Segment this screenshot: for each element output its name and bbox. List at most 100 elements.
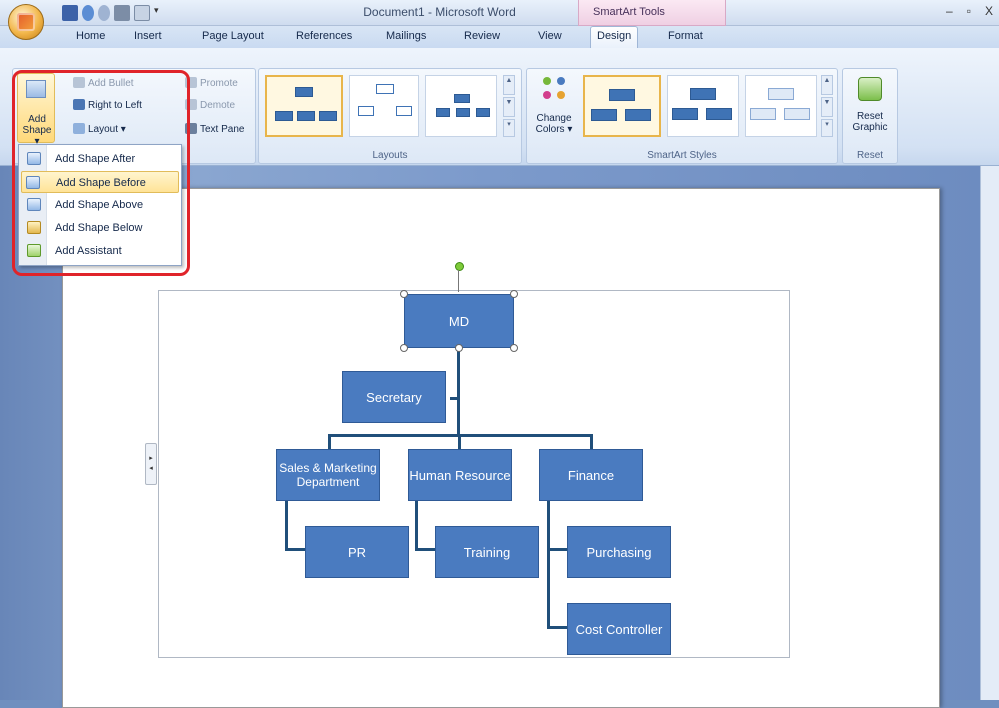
office-button[interactable]	[8, 4, 44, 40]
layout-node	[376, 84, 394, 94]
layout-node	[297, 111, 315, 121]
style-thumb-3[interactable]	[745, 75, 817, 137]
menu-item-add-shape-after[interactable]: Add Shape After	[21, 148, 179, 170]
close-button[interactable]: X	[985, 4, 993, 18]
add-shape-icon	[26, 80, 46, 98]
change-colors-icon	[543, 77, 567, 101]
tab-view[interactable]: View	[538, 30, 562, 42]
office-logo-icon	[17, 13, 35, 31]
layout-node	[275, 111, 293, 121]
tab-review[interactable]: Review	[464, 30, 500, 42]
maximize-button[interactable]: ▫	[967, 4, 971, 18]
org-node-purchasing[interactable]: Purchasing	[567, 526, 671, 578]
style-node	[690, 88, 716, 100]
reset-group: Reset Graphic Reset	[842, 68, 898, 164]
promote-button[interactable]: Promote	[185, 77, 238, 89]
right-to-left-button[interactable]: Right to Left	[73, 99, 142, 111]
connector-purchasing	[547, 548, 567, 551]
layouts-scroll-up[interactable]: ▲	[503, 75, 515, 95]
layout-node	[436, 108, 450, 117]
layout-button[interactable]: Layout ▾	[73, 123, 126, 135]
bullet-icon	[73, 77, 85, 88]
connector-finance-down	[547, 500, 550, 628]
org-node-cost-controller[interactable]: Cost Controller	[567, 603, 671, 655]
reset-graphic-icon	[858, 77, 882, 101]
rotation-handle[interactable]	[455, 262, 464, 271]
resize-handle[interactable]	[510, 344, 518, 352]
style-node	[591, 109, 617, 121]
layouts-group-label: Layouts	[372, 150, 408, 161]
reset-graphic-button[interactable]: Reset Graphic	[846, 73, 894, 143]
layouts-scroll-down[interactable]: ▼	[503, 97, 515, 117]
demote-icon	[185, 99, 197, 110]
connector-secretary	[450, 397, 458, 400]
window-controls: – ▫ X	[946, 4, 993, 18]
org-node-hr[interactable]: Human Resource	[408, 449, 512, 501]
org-node-secretary[interactable]: Secretary	[342, 371, 446, 423]
org-node-pr[interactable]: PR	[305, 526, 409, 578]
style-node	[784, 108, 810, 120]
layout-thumb-org-chart[interactable]	[265, 75, 343, 137]
vertical-scrollbar[interactable]	[980, 166, 999, 700]
resize-handle[interactable]	[400, 290, 408, 298]
layout-thumb-hierarchy[interactable]	[349, 75, 419, 137]
org-node-md[interactable]: MD	[404, 294, 514, 348]
tab-design[interactable]: Design	[590, 26, 639, 48]
resize-handle[interactable]	[510, 290, 518, 298]
add-shape-button[interactable]: Add Shape ▾	[17, 73, 55, 147]
layout-node	[358, 106, 374, 116]
style-node	[625, 109, 651, 121]
resize-handle[interactable]	[400, 344, 408, 352]
style-node	[768, 88, 794, 100]
add-shape-menu: Add Shape After Add Shape Before Add Sha…	[18, 144, 182, 266]
styles-more-button[interactable]: ▾	[821, 119, 833, 137]
smartart-styles-group: Change Colors ▾ ▲ ▼ ▾ SmartArt Styles	[526, 68, 838, 164]
connector-md-trunk	[457, 348, 460, 436]
menu-item-add-shape-below[interactable]: Add Shape Below	[21, 217, 179, 239]
reset-group-label: Reset	[856, 150, 884, 161]
menu-item-add-shape-before[interactable]: Add Shape Before	[21, 171, 179, 193]
org-node-sales[interactable]: Sales & Marketing Department	[276, 449, 380, 501]
menu-item-add-assistant[interactable]: Add Assistant	[21, 240, 179, 262]
styles-scroll-down[interactable]: ▼	[821, 97, 833, 117]
style-node	[706, 108, 732, 120]
tab-home[interactable]: Home	[76, 30, 105, 42]
tab-format[interactable]: Format	[668, 30, 703, 42]
add-bullet-button[interactable]: Add Bullet	[73, 77, 134, 89]
right-to-left-icon	[73, 99, 85, 110]
layout-thumb-horizontal-hierarchy[interactable]	[425, 75, 497, 137]
rotation-connector	[458, 270, 459, 292]
org-node-training[interactable]: Training	[435, 526, 539, 578]
layouts-more-button[interactable]: ▾	[503, 119, 515, 137]
smartart-styles-group-label: SmartArt Styles	[647, 150, 717, 161]
title-bar: ▾ Document1 - Microsoft Word SmartArt To…	[0, 0, 999, 26]
demote-button[interactable]: Demote	[185, 99, 235, 111]
layout-icon	[73, 123, 85, 134]
org-node-finance[interactable]: Finance	[539, 449, 643, 501]
add-assistant-icon	[27, 244, 41, 257]
tab-references[interactable]: References	[296, 30, 352, 42]
minimize-button[interactable]: –	[946, 4, 953, 18]
layout-node	[476, 108, 490, 117]
connector-sales	[328, 434, 331, 450]
connector-hr	[458, 434, 461, 450]
layout-node	[456, 108, 470, 117]
tab-page-layout[interactable]: Page Layout	[202, 30, 264, 42]
tab-mailings[interactable]: Mailings	[386, 30, 426, 42]
layout-node	[295, 87, 313, 97]
text-pane-toggle[interactable]: ▸ ◂	[145, 443, 157, 485]
add-shape-label: Add Shape ▾	[22, 114, 52, 147]
menu-item-add-shape-above[interactable]: Add Shape Above	[21, 194, 179, 216]
window-title: Document1 - Microsoft Word	[363, 5, 516, 19]
style-thumb-1[interactable]	[583, 75, 661, 137]
resize-handle[interactable]	[455, 344, 463, 352]
layouts-group: ▲ ▼ ▾ Layouts	[258, 68, 522, 164]
styles-scroll-up[interactable]: ▲	[821, 75, 833, 95]
tab-insert[interactable]: Insert	[134, 30, 162, 42]
connector-hr-down	[415, 500, 418, 550]
style-node	[750, 108, 776, 120]
style-thumb-2[interactable]	[667, 75, 739, 137]
style-node	[672, 108, 698, 120]
change-colors-button[interactable]: Change Colors ▾	[531, 73, 577, 143]
text-pane-button[interactable]: Text Pane	[185, 123, 244, 135]
